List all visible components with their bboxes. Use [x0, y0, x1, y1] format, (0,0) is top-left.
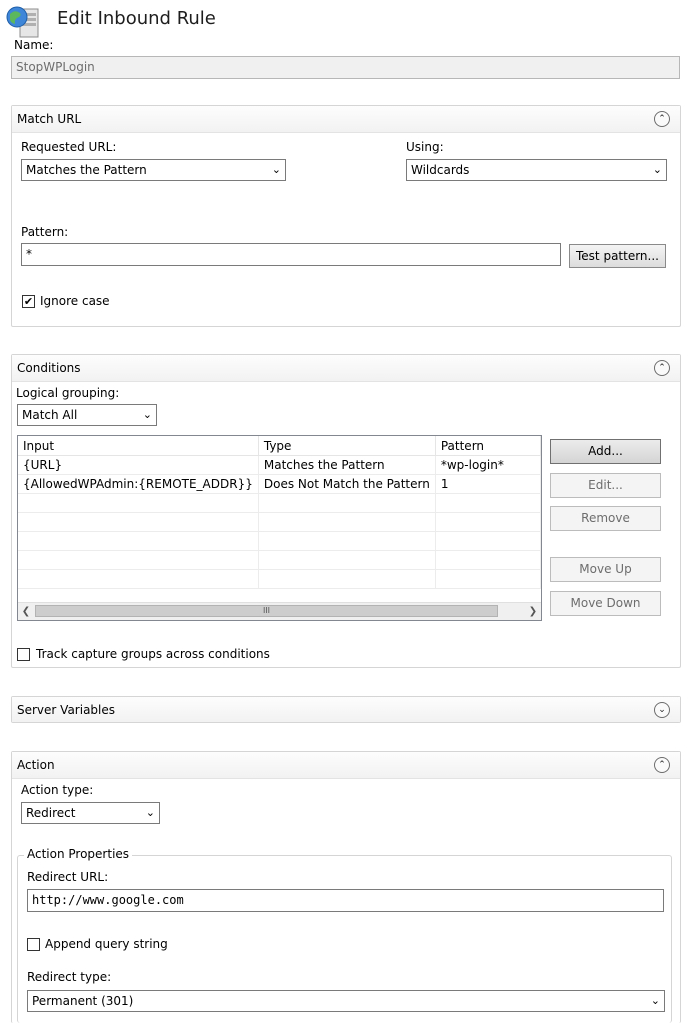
- cell-pattern: *wp-login*: [435, 455, 541, 475]
- checkmark-icon: ✔: [23, 295, 34, 308]
- action-properties-title: Action Properties: [24, 847, 133, 861]
- redirect-type-value: Permanent (301): [32, 994, 134, 1008]
- column-header-type[interactable]: Type: [258, 436, 436, 456]
- action-type-select[interactable]: Redirect ⌄: [21, 802, 160, 824]
- cell-input: {AllowedWPAdmin:{REMOTE_ADDR}}: [18, 474, 259, 494]
- cell-type: Matches the Pattern: [258, 455, 436, 475]
- action-type-value: Redirect: [26, 806, 76, 820]
- logical-grouping-value: Match All: [22, 408, 78, 422]
- logical-grouping-select[interactable]: Match All ⌄: [17, 404, 157, 426]
- ignore-case-label: Ignore case: [40, 294, 110, 308]
- empty-row: [18, 531, 541, 551]
- ignore-case-checkbox[interactable]: ✔: [22, 295, 35, 308]
- redirect-type-select[interactable]: Permanent (301) ⌄: [27, 990, 665, 1012]
- append-query-string-checkbox[interactable]: [27, 938, 40, 951]
- action-header[interactable]: Action ⌃: [12, 752, 680, 779]
- redirect-url-label: Redirect URL:: [27, 870, 109, 884]
- action-type-label: Action type:: [21, 783, 94, 797]
- scroll-left-icon[interactable]: ❮: [18, 603, 34, 620]
- add-condition-button[interactable]: Add...: [550, 439, 661, 464]
- chevron-up-icon[interactable]: ⌃: [654, 757, 670, 773]
- chevron-down-icon: ⌄: [142, 408, 152, 421]
- conditions-grid[interactable]: Input Type Pattern {URL} Matches the Pat…: [17, 435, 542, 621]
- edit-condition-button[interactable]: Edit...: [550, 473, 661, 498]
- conditions-header[interactable]: Conditions ⌃: [12, 355, 680, 382]
- cell-type: Does Not Match the Pattern: [258, 474, 436, 494]
- chevron-down-icon: ⌄: [650, 994, 660, 1007]
- redirect-type-label: Redirect type:: [27, 970, 112, 984]
- using-label: Using:: [406, 140, 444, 154]
- column-header-input[interactable]: Input: [18, 436, 259, 456]
- table-row[interactable]: {AllowedWPAdmin:{REMOTE_ADDR}} Does Not …: [18, 474, 541, 494]
- empty-row: [18, 550, 541, 570]
- server-variables-title: Server Variables: [17, 703, 116, 717]
- track-capture-groups-label: Track capture groups across conditions: [36, 647, 270, 661]
- requested-url-value: Matches the Pattern: [26, 163, 147, 177]
- server-variables-header[interactable]: Server Variables ⌄: [12, 697, 680, 722]
- horizontal-scrollbar[interactable]: ❮ III ❯: [18, 602, 541, 620]
- remove-condition-button[interactable]: Remove: [550, 506, 661, 531]
- conditions-title: Conditions: [17, 361, 81, 375]
- column-header-pattern[interactable]: Pattern: [435, 436, 541, 456]
- track-capture-groups-checkbox[interactable]: [17, 648, 30, 661]
- action-title: Action: [17, 758, 55, 772]
- page-title: Edit Inbound Rule: [57, 8, 216, 29]
- logical-grouping-label: Logical grouping:: [16, 386, 120, 400]
- match-url-title: Match URL: [17, 112, 82, 126]
- name-field[interactable]: StopWPLogin: [11, 56, 680, 79]
- table-row[interactable]: {URL} Matches the Pattern *wp-login*: [18, 455, 541, 475]
- requested-url-select[interactable]: Matches the Pattern ⌄: [21, 159, 286, 181]
- move-down-button[interactable]: Move Down: [550, 591, 661, 616]
- append-query-string-label: Append query string: [45, 937, 168, 951]
- chevron-down-icon[interactable]: ⌄: [654, 702, 670, 718]
- match-url-section: Match URL ⌃: [11, 105, 681, 327]
- pattern-label: Pattern:: [21, 225, 69, 239]
- chevron-down-icon: ⌄: [271, 163, 281, 176]
- redirect-url-input[interactable]: http://www.google.com: [27, 889, 664, 912]
- using-select[interactable]: Wildcards ⌄: [406, 159, 667, 181]
- empty-row: [18, 493, 541, 513]
- name-label: Name:: [14, 38, 54, 52]
- using-value: Wildcards: [411, 163, 470, 177]
- cell-input: {URL}: [18, 455, 259, 475]
- scroll-thumb[interactable]: III: [35, 605, 498, 617]
- scroll-right-icon[interactable]: ❯: [525, 603, 541, 620]
- pattern-input[interactable]: *: [21, 243, 561, 266]
- cell-pattern: 1: [435, 474, 541, 494]
- move-up-button[interactable]: Move Up: [550, 557, 661, 582]
- iis-globe-server-icon: [6, 6, 39, 38]
- requested-url-label: Requested URL:: [21, 140, 117, 154]
- chevron-down-icon: ⌄: [652, 163, 662, 176]
- server-variables-section[interactable]: Server Variables ⌄: [11, 696, 681, 723]
- chevron-up-icon[interactable]: ⌃: [654, 111, 670, 127]
- grid-header-row: Input Type Pattern: [18, 436, 541, 456]
- chevron-down-icon: ⌄: [145, 806, 155, 819]
- match-url-header[interactable]: Match URL ⌃: [12, 106, 680, 133]
- chevron-up-icon[interactable]: ⌃: [654, 360, 670, 376]
- empty-row: [18, 569, 541, 589]
- test-pattern-button[interactable]: Test pattern...: [569, 244, 666, 268]
- empty-row: [18, 512, 541, 532]
